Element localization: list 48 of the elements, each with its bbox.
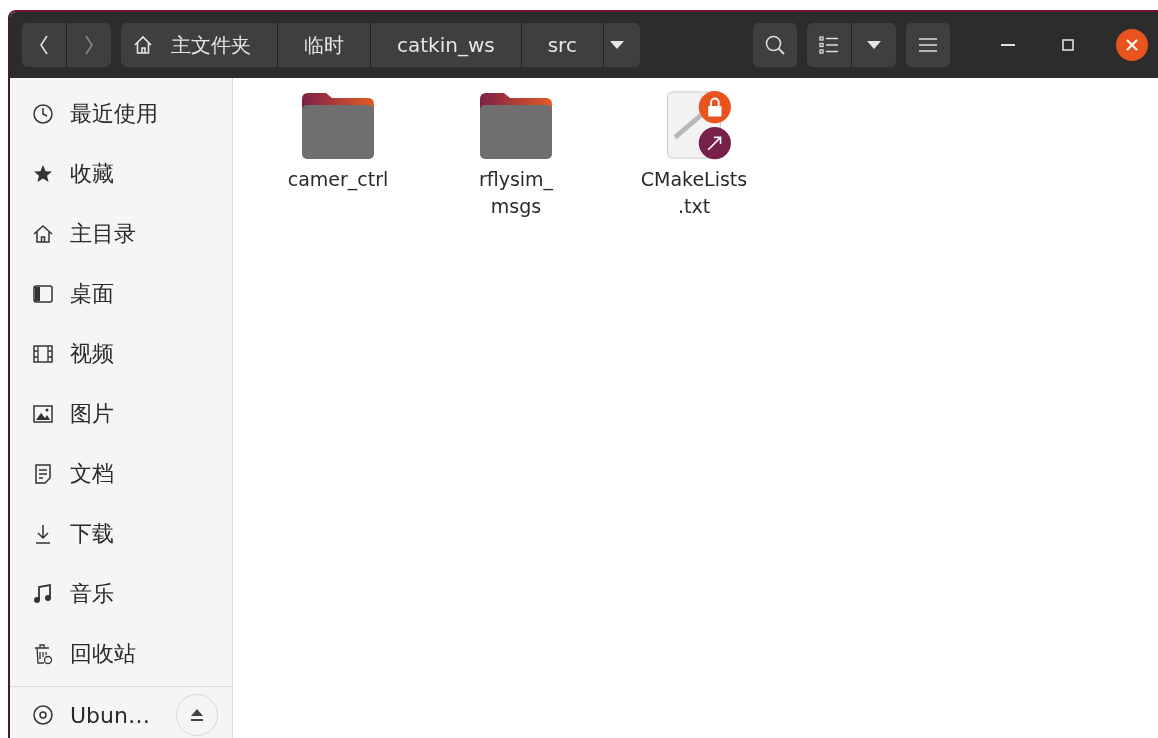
close-icon xyxy=(1126,39,1138,51)
minimize-icon xyxy=(1001,43,1015,47)
file-item[interactable]: camer_ctrl xyxy=(263,90,413,193)
folder-icon xyxy=(478,90,554,162)
home-icon xyxy=(32,223,54,245)
list-view-button[interactable] xyxy=(807,23,851,67)
view-options-button[interactable] xyxy=(852,23,896,67)
sidebar-item[interactable]: 视频 xyxy=(10,324,232,384)
sidebar-item[interactable]: 图片 xyxy=(10,384,232,444)
sidebar-item[interactable]: 音乐 xyxy=(10,564,232,624)
path-button[interactable]: catkin_ws xyxy=(371,23,521,67)
search-icon xyxy=(764,34,786,56)
sidebar-item[interactable]: 主目录 xyxy=(10,204,232,264)
sidebar-item[interactable]: 收藏 xyxy=(10,144,232,204)
sidebar-item[interactable]: Ubun… xyxy=(10,687,232,738)
chevron-left-icon xyxy=(38,34,50,56)
caret-down-icon xyxy=(867,41,881,49)
sidebar-item[interactable]: 回收站 xyxy=(10,624,232,684)
chevron-right-icon xyxy=(83,34,95,56)
sidebar-item[interactable]: 文档 xyxy=(10,444,232,504)
search-button[interactable] xyxy=(753,23,797,67)
caret-down-icon xyxy=(609,41,624,49)
document-icon xyxy=(32,463,54,485)
path-button[interactable]: src xyxy=(521,23,603,67)
path-button[interactable]: 临时 xyxy=(278,23,370,67)
sidebar-item[interactable]: 下载 xyxy=(10,504,232,564)
sidebar-item[interactable]: 桌面 xyxy=(10,264,232,324)
eject-icon xyxy=(189,708,204,722)
desktop-icon xyxy=(32,283,54,305)
menu-button[interactable] xyxy=(906,23,950,67)
film-icon xyxy=(32,343,54,365)
file-item[interactable]: CMakeLists .txt xyxy=(619,90,769,220)
home-icon xyxy=(133,35,153,55)
path-dropdown-button[interactable] xyxy=(603,23,640,67)
picture-icon xyxy=(32,403,54,425)
close-button[interactable] xyxy=(1116,29,1148,61)
disc-icon xyxy=(32,704,54,726)
eject-button[interactable] xyxy=(175,694,218,736)
trash-icon xyxy=(32,643,54,665)
list-view-icon xyxy=(819,36,839,54)
sidebar-item[interactable]: 最近使用 xyxy=(10,84,232,144)
music-note-icon xyxy=(32,583,54,605)
file-item[interactable]: rflysim_ msgs xyxy=(441,90,591,220)
clock-icon xyxy=(32,103,54,125)
maximize-icon xyxy=(1062,39,1074,51)
menu-icon xyxy=(918,37,938,53)
folder-icon xyxy=(300,90,376,162)
path-button[interactable]: 主文件夹 xyxy=(121,23,277,67)
